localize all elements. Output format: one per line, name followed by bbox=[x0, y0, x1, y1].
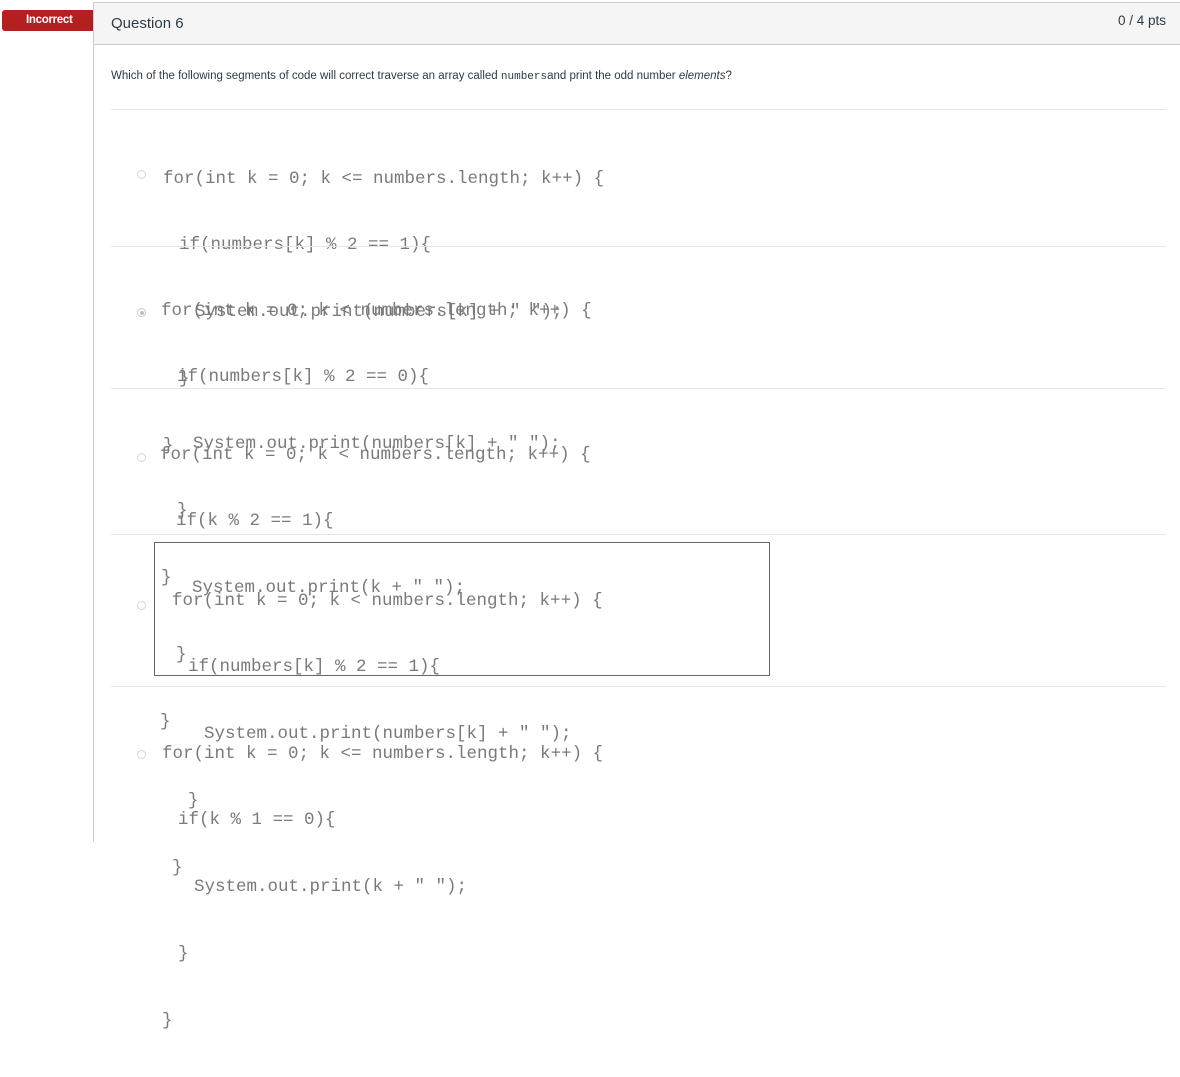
question-text-emphasis: elements bbox=[678, 70, 726, 82]
question-text-part: and print the odd number bbox=[547, 70, 679, 82]
answer-option[interactable]: for(int k = 0; k <= numbers.length; k++)… bbox=[111, 109, 1166, 456]
question-text-code: numbers bbox=[500, 71, 548, 83]
radio-button[interactable] bbox=[137, 453, 146, 462]
code-line: if(numbers[k] % 2 == 0){ bbox=[177, 367, 430, 388]
code-block: for(int k = 0; k <= numbers.length; k++)… bbox=[162, 698, 603, 1077]
question-points: 0 / 4 pts bbox=[1117, 13, 1166, 28]
answer-option[interactable]: for(int k = 0; k <= numbers.length; k++)… bbox=[111, 686, 1166, 1031]
code-line: if(k % 1 == 0){ bbox=[178, 810, 336, 831]
code-line: if(k % 2 == 1){ bbox=[176, 511, 334, 532]
code-line: System.out.print(k + " "); bbox=[194, 877, 468, 898]
code-line: if(numbers[k] % 2 == 1){ bbox=[188, 657, 441, 678]
code-line: for(int k = 0; k < numbers.length; k++) … bbox=[160, 444, 591, 465]
code-line: for(int k = 0; k < numbers.length; k++) … bbox=[172, 590, 603, 611]
answer-list: for(int k = 0; k <= numbers.length; k++)… bbox=[111, 109, 1166, 1031]
question-card: Question 6 0 / 4 pts Which of the follow… bbox=[93, 2, 1180, 1031]
code-line: for(int k = 0; k < numbers.length; k++) … bbox=[161, 300, 592, 321]
status-badge: Incorrect bbox=[2, 10, 103, 31]
question-title: Question 6 bbox=[111, 15, 184, 32]
answer-option[interactable]: for(int k = 0; k < numbers.length; k++) … bbox=[111, 388, 1166, 732]
code-line: for(int k = 0; k <= numbers.length; k++)… bbox=[162, 743, 604, 764]
code-line: for(int k = 0; k <= numbers.length; k++)… bbox=[163, 168, 605, 189]
question-text-part: ? bbox=[725, 70, 732, 82]
answer-option[interactable]: for(int k = 0; k < numbers.length; k++) … bbox=[111, 534, 1166, 878]
code-line: } bbox=[178, 944, 189, 965]
radio-button[interactable] bbox=[137, 170, 146, 179]
radio-button[interactable] bbox=[137, 601, 146, 610]
question-header: Question 6 0 / 4 pts bbox=[94, 3, 1180, 45]
radio-button[interactable] bbox=[137, 750, 146, 759]
answer-option[interactable]: for(int k = 0; k < numbers.length; k++) … bbox=[111, 246, 1166, 588]
question-text-part: Which of the following segments of code … bbox=[111, 70, 501, 82]
code-line: } bbox=[162, 1011, 173, 1032]
radio-button-selected[interactable] bbox=[137, 308, 146, 317]
question-text: Which of the following segments of code … bbox=[111, 70, 732, 83]
